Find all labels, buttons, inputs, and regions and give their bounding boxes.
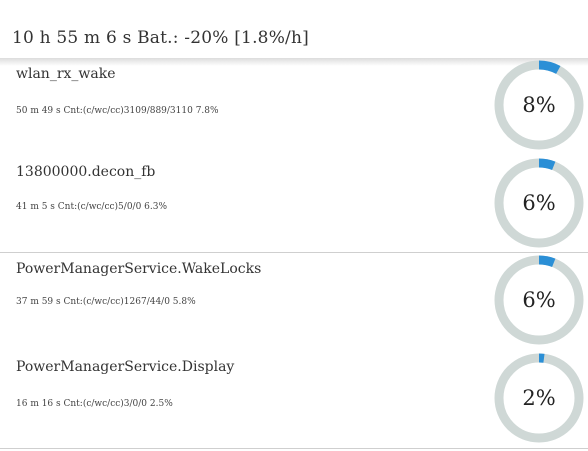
percent-ring: 6% [494, 158, 584, 248]
percent-label: 6% [522, 191, 556, 215]
list-item-decon-fb[interactable]: 13800000.decon_fb 41 m 5 s Cnt:(c/wc/cc)… [0, 156, 588, 252]
list-item-name: PowerManagerService.WakeLocks [16, 261, 262, 277]
list-item-power-wakelocks[interactable]: PowerManagerService.WakeLocks 37 m 59 s … [0, 253, 588, 349]
list-item-name: PowerManagerService.Display [16, 359, 235, 375]
list-item-stats: 16 m 16 s Cnt:(c/wc/cc)3/0/0 2.5% [16, 399, 173, 409]
percent-ring: 8% [494, 60, 584, 150]
list-item-name: 13800000.decon_fb [16, 164, 156, 180]
battery-summary: 10 h 55 m 6 s Bat.: -20% [1.8%/h] [12, 28, 309, 48]
list-item-power-display[interactable]: PowerManagerService.Display 16 m 16 s Cn… [0, 349, 588, 445]
list-item-stats: 37 m 59 s Cnt:(c/wc/cc)1267/44/0 5.8% [16, 297, 196, 307]
percent-ring: 6% [494, 255, 584, 345]
percent-label: 2% [522, 386, 556, 410]
wakelock-list[interactable]: wlan_rx_wake 50 m 49 s Cnt:(c/wc/cc)3109… [0, 60, 588, 451]
list-item-stats: 41 m 5 s Cnt:(c/wc/cc)5/0/0 6.3% [16, 202, 168, 212]
list-item-name: wlan_rx_wake [16, 66, 116, 82]
percent-label: 6% [522, 288, 556, 312]
percent-ring: 2% [494, 353, 584, 443]
app-header: 10 h 55 m 6 s Bat.: -20% [1.8%/h] [0, 0, 588, 66]
list-item-stats: 50 m 49 s Cnt:(c/wc/cc)3109/889/3110 7.8… [16, 106, 219, 116]
percent-label: 8% [522, 93, 556, 117]
divider [0, 448, 588, 449]
list-item-wlan-rx-wake[interactable]: wlan_rx_wake 50 m 49 s Cnt:(c/wc/cc)3109… [0, 60, 588, 156]
